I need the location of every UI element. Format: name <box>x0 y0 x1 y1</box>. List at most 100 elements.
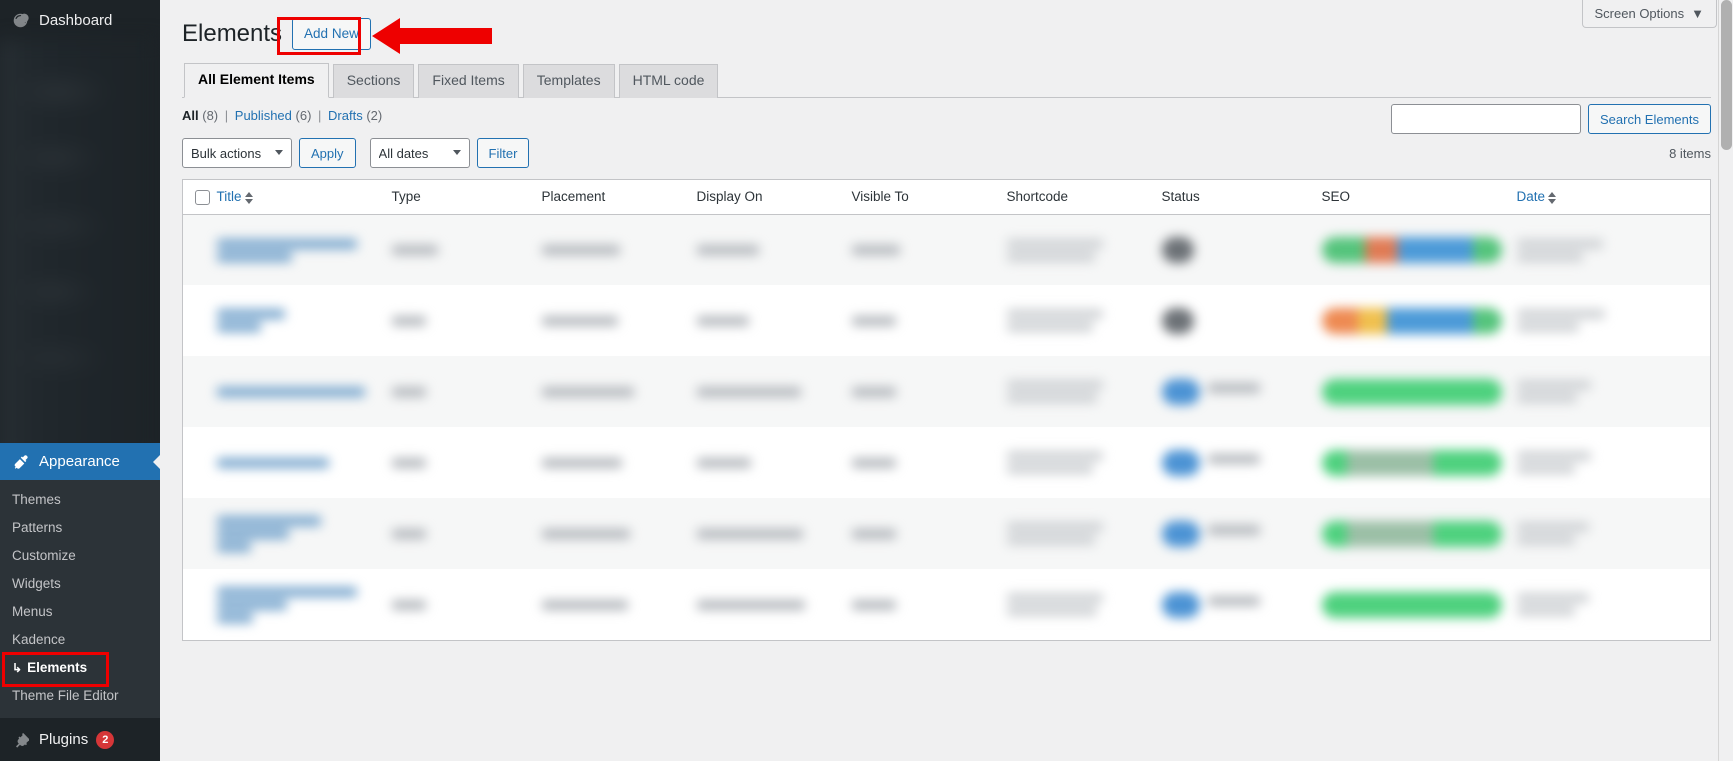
wordpress-admin-screen: Dashboard Appearance Themes Patterns Cus… <box>0 0 1733 761</box>
cell-type <box>391 498 542 569</box>
cell-shortcode <box>1006 569 1162 640</box>
dashboard-icon <box>12 12 29 29</box>
date-filter-select[interactable]: All dates <box>369 138 470 168</box>
cell-title[interactable] <box>216 569 392 640</box>
cell-shortcode <box>1006 285 1162 356</box>
main-content: Screen Options ▼ Elements Add New All El… <box>160 0 1733 761</box>
table-row[interactable] <box>182 498 1711 570</box>
cell-title[interactable] <box>216 214 392 285</box>
table-row[interactable] <box>182 427 1711 499</box>
status-link-all[interactable]: All <box>182 108 199 123</box>
submenu-label: Patterns <box>12 520 63 535</box>
table-head: Title Type Placement Display On Visible … <box>182 179 1711 215</box>
submenu-label: Customize <box>12 548 76 563</box>
column-select-all[interactable] <box>182 179 217 215</box>
sidebar-dashboard-label: Dashboard <box>39 11 113 29</box>
search-input[interactable] <box>1391 104 1581 134</box>
cell-date <box>1516 214 1711 285</box>
row-checkbox-cell[interactable] <box>183 214 217 285</box>
status-link-drafts[interactable]: Drafts <box>328 108 363 123</box>
row-checkbox-cell[interactable] <box>183 498 217 569</box>
table-header-row: Title Type Placement Display On Visible … <box>182 179 1711 215</box>
tab-html-code[interactable]: HTML code <box>618 64 719 98</box>
cell-title[interactable] <box>216 356 392 427</box>
elements-table: Title Type Placement Display On Visible … <box>182 179 1711 641</box>
column-type: Type <box>391 179 542 215</box>
status-link-published[interactable]: Published <box>235 108 292 123</box>
tab-templates[interactable]: Templates <box>522 64 615 98</box>
page-scrollbar[interactable] <box>1718 0 1733 761</box>
row-checkbox-cell[interactable] <box>183 569 217 640</box>
search-elements-button[interactable]: Search Elements <box>1588 104 1711 134</box>
table-row[interactable] <box>182 285 1711 357</box>
bulk-actions-select[interactable]: Bulk actions <box>182 138 292 168</box>
apply-button[interactable]: Apply <box>299 138 356 168</box>
admin-sidebar: Dashboard Appearance Themes Patterns Cus… <box>0 0 160 761</box>
cell-visible-to <box>851 285 1007 356</box>
row-checkbox-cell[interactable] <box>183 285 217 356</box>
bulk-actions-wrap: Bulk actions <box>182 138 292 168</box>
search-box: Search Elements <box>1391 104 1711 134</box>
cell-type <box>391 356 542 427</box>
tab-fixed-items[interactable]: Fixed Items <box>418 64 519 98</box>
filter-button[interactable]: Filter <box>476 138 530 168</box>
column-display-on: Display On <box>696 179 852 215</box>
subitem-arrow-icon: ↳ <box>12 661 23 675</box>
cell-title[interactable] <box>216 427 392 498</box>
plug-icon <box>12 731 29 748</box>
status-count-all: (8) <box>202 108 219 123</box>
sidebar-item-patterns[interactable]: Patterns <box>0 514 160 542</box>
cell-display-on <box>696 498 852 569</box>
table-body <box>182 214 1711 641</box>
element-type-tabs: All Element Items Sections Fixed Items T… <box>182 63 1711 98</box>
cell-placement <box>541 427 697 498</box>
table-row[interactable] <box>182 569 1711 641</box>
column-date[interactable]: Date <box>1516 179 1711 215</box>
tab-sections[interactable]: Sections <box>332 64 415 98</box>
select-all-checkbox[interactable] <box>195 189 210 205</box>
status-count-drafts: (2) <box>366 108 383 123</box>
column-title[interactable]: Title <box>216 179 392 215</box>
page-title: Elements <box>182 20 283 48</box>
sidebar-item-plugins[interactable]: Plugins 2 <box>0 718 160 761</box>
add-new-button[interactable]: Add New <box>292 18 371 50</box>
cell-display-on <box>696 285 852 356</box>
table-row[interactable] <box>182 356 1711 428</box>
tab-all-element-items[interactable]: All Element Items <box>184 63 329 98</box>
cell-status <box>1161 498 1322 569</box>
sidebar-item-dashboard[interactable]: Dashboard <box>0 0 160 40</box>
cell-title[interactable] <box>216 498 392 569</box>
cell-status <box>1161 285 1322 356</box>
sidebar-plugins-label: Plugins <box>39 731 89 748</box>
cell-visible-to <box>851 427 1007 498</box>
sidebar-item-elements[interactable]: ↳ Elements <box>0 654 160 682</box>
column-date-label[interactable]: Date <box>1517 189 1546 204</box>
row-checkbox-cell[interactable] <box>183 427 217 498</box>
sidebar-item-customize[interactable]: Customize <box>0 542 160 570</box>
sidebar-item-menus[interactable]: Menus <box>0 598 160 626</box>
separator: | <box>224 108 229 123</box>
scrollbar-thumb[interactable] <box>1721 0 1732 150</box>
annotation-arrow-icon <box>372 16 492 61</box>
sidebar-appearance-label: Appearance <box>39 453 120 470</box>
page-header-row: Elements Add New <box>182 12 1711 56</box>
cell-status <box>1161 356 1322 427</box>
cell-title[interactable] <box>216 285 392 356</box>
submenu-label: Menus <box>12 604 53 619</box>
cell-display-on <box>696 427 852 498</box>
submenu-label: Themes <box>12 492 61 507</box>
cell-display-on <box>696 214 852 285</box>
cell-seo <box>1321 285 1517 356</box>
column-title-label[interactable]: Title <box>217 189 242 204</box>
sidebar-item-appearance[interactable]: Appearance <box>0 443 160 480</box>
row-checkbox-cell[interactable] <box>183 356 217 427</box>
sidebar-item-themes[interactable]: Themes <box>0 486 160 514</box>
submenu-label: Widgets <box>12 576 61 591</box>
status-count-published: (6) <box>295 108 312 123</box>
appearance-submenu: Themes Patterns Customize Widgets Menus … <box>0 480 160 718</box>
sidebar-item-widgets[interactable]: Widgets <box>0 570 160 598</box>
plugins-update-badge: 2 <box>96 730 115 749</box>
table-row[interactable] <box>182 214 1711 286</box>
sidebar-item-theme-file-editor[interactable]: Theme File Editor <box>0 682 160 710</box>
sidebar-item-kadence[interactable]: Kadence <box>0 626 160 654</box>
